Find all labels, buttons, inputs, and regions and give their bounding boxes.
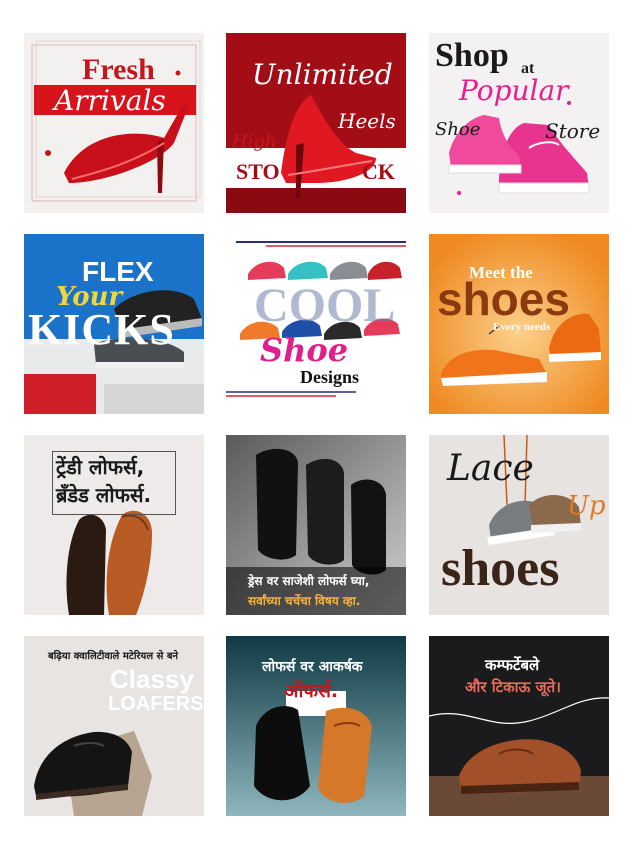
cool-title: COOL xyxy=(254,279,396,332)
lace-shoes-title: shoes xyxy=(441,540,560,597)
black-loafers-illustration xyxy=(226,435,406,615)
comfort-line2: और टिकाऊ जूते। xyxy=(465,678,561,696)
high-label: High xyxy=(232,131,277,152)
designs-label: Designs xyxy=(300,367,360,387)
tile-unlimited-heels[interactable]: Unlimited High Heels STO CK xyxy=(226,33,406,213)
classy-title: Classy xyxy=(110,664,194,694)
ck-label: CK xyxy=(362,159,395,184)
tile-lace-up-shoes[interactable]: Lace Up shoes xyxy=(429,435,609,615)
heels-label: Heels xyxy=(338,109,396,133)
offer-line1: लोफर्स वर आकर्षक xyxy=(262,659,363,675)
arrivals-title: Arrivals xyxy=(54,84,166,117)
tile-loafer-offers[interactable]: लोफर्स वर आकर्षक ऑफर्स. xyxy=(226,636,406,816)
lace-title: Lace xyxy=(447,448,534,489)
shop-title: Shop xyxy=(435,37,509,74)
tile-cool-shoe-designs[interactable]: COOL Shoe Designs xyxy=(226,234,406,414)
shoe-label: Shoe xyxy=(435,119,481,140)
tile-trendy-loafers[interactable]: ट्रेंडी लोफर्स, ब्रँडेड लोफर्स. xyxy=(24,435,204,615)
classy-tagline: बढ़िया क्वालिटीवाले मटेरियल से बने xyxy=(48,651,179,662)
store-label: Store xyxy=(545,119,601,143)
every-needs-label: Every needs xyxy=(493,321,551,333)
dress-line1: ड्रेस वर साजेशी लोफर्स घ्या, xyxy=(248,574,370,588)
loafer-on-stone-illustration xyxy=(34,731,152,816)
trendy-line1: ट्रेंडी लोफर्स, xyxy=(56,455,145,479)
up-label: Up xyxy=(567,491,606,521)
tile-comfortable-shoes[interactable]: कम्फर्टेबले और टिकाऊ जूते। xyxy=(429,636,609,816)
trendy-line2: ब्रँडेड लोफर्स. xyxy=(56,483,152,507)
tile-dress-loafers[interactable]: ड्रेस वर साजेशी लोफर्स घ्या, सर्वांच्या … xyxy=(226,435,406,615)
offer-line2: ऑफर्स. xyxy=(284,680,339,702)
kicks-title: KICKS xyxy=(28,305,175,354)
loafers-title: LOAFERS xyxy=(108,693,204,715)
shoes-title: shoes xyxy=(437,273,570,325)
tile-fresh-arrivals[interactable]: Fresh Arrivals xyxy=(24,33,204,213)
popular-title: Popular xyxy=(459,74,569,107)
tile-classy-loafers[interactable]: बढ़िया क्वालिटीवाले मटेरियल से बने Class… xyxy=(24,636,204,816)
sto-label: STO xyxy=(236,159,280,184)
tile-popular-store[interactable]: Shop at Popular Shoe Store xyxy=(429,33,609,213)
comfort-line1: कम्फर्टेबले xyxy=(485,656,540,674)
fresh-title: Fresh xyxy=(82,53,155,86)
shoe-script: Shoe xyxy=(260,331,349,369)
tile-meet-the-shoes[interactable]: Meet the shoes Every needs xyxy=(429,234,609,414)
unlimited-title: Unlimited xyxy=(252,58,393,91)
tile-flex-kicks[interactable]: FLEX Your KICKS xyxy=(24,234,204,414)
dress-line2: सर्वांच्या चर्चेचा विषय व्हा. xyxy=(248,594,361,608)
